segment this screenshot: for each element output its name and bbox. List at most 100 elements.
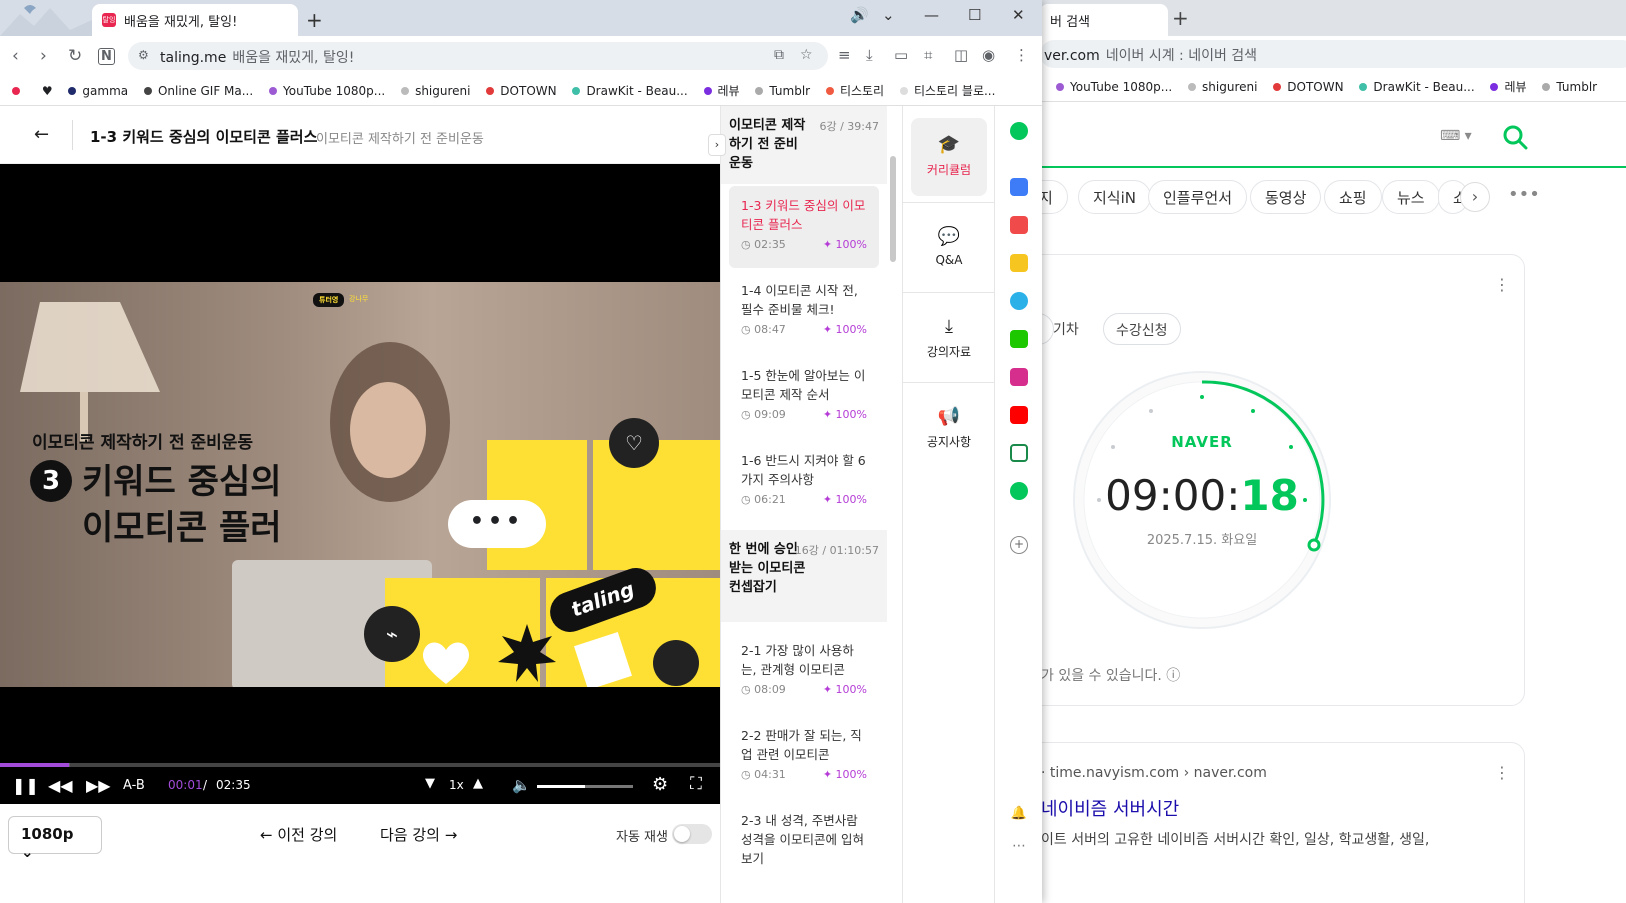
reading-list-icon[interactable]: ≡ [838,46,851,64]
download-icon[interactable]: ⤓ [866,46,873,64]
fullscreen-icon[interactable]: ⛶ [690,774,702,794]
maximize-icon[interactable]: ☐ [968,6,981,24]
more-icon[interactable]: ⋯ [1010,838,1028,856]
new-tab-button[interactable]: + [306,8,323,32]
bookmark-star-icon[interactable]: ☆ [800,47,813,63]
background-browser-window[interactable]: 버 검색 + ver.com 네이버 시계 : 네이버 검색 YouTube 10… [1020,0,1626,903]
side-panel-icon[interactable]: ◫ [954,46,968,64]
bookmark[interactable]: 티스토리 [825,82,884,99]
background-bookmark[interactable]: YouTube 1080p... [1056,80,1172,94]
background-tab[interactable]: 버 검색 [1040,4,1168,36]
chapter-header[interactable]: 한 번에 승인받는 이모티콘 컨셉잡기 16강 / 01:10:57 [721,530,887,622]
background-bookmark[interactable]: Tumblr [1542,80,1597,94]
more-icon[interactable]: ••• [1508,184,1540,205]
ab-repeat-button[interactable]: A-B [123,778,145,793]
video-player[interactable]: ♡ ⌁ ••• taling 튜터영 강나무 이모티콘 제작하기 전 준비운동 … [0,164,720,804]
search-icon[interactable] [1502,124,1528,150]
background-bookmark[interactable]: shigureni [1188,80,1257,94]
lesson-item[interactable]: 1-3 키워드 중심의 이모티콘 플러스 ◷ 02:35 ✦ 100% [729,186,879,268]
chapter-header[interactable]: 이모티콘 제작하기 전 준비운동 6강 / 39:47 [721,106,887,184]
speed-down-icon[interactable]: ▼ [425,776,435,791]
reload-icon[interactable]: ↻ [68,46,82,66]
naver-store-icon[interactable] [1010,482,1028,500]
minimize-icon[interactable]: — [924,6,939,24]
main-browser-window[interactable]: 탈잉 배움을 재밌게, 탈잉! + 🔊 ⌄ — ☐ ✕ ‹ › ↻ N ⚙ ta… [0,0,1042,903]
address-bar[interactable]: ⚙ taling.me 배움을 재밌게, 탈잉! ⧉ ☆ [128,42,828,70]
chip[interactable]: 수강신청 [1103,313,1181,345]
forward-icon[interactable]: › [40,46,47,66]
naver-tab[interactable]: 동영상 [1250,180,1322,214]
kebab-menu-icon[interactable]: ⋮ [1494,763,1510,782]
bookmark[interactable]: DOTOWN [486,84,557,98]
lesson-item[interactable]: 2-1 가장 많이 사용하는, 관계형 이모티콘 ◷ 08:09 ✦ 100% [729,631,879,713]
kebab-menu-icon[interactable]: ⋮ [1494,275,1510,294]
prev-lecture-button[interactable]: ← 이전 강의 [260,824,337,845]
screen-record-icon[interactable]: ▭ [894,46,908,64]
lesson-item[interactable]: 2-2 판매가 잘 되는, 직업 관련 이모티콘 ◷ 04:31 ✦ 100% [729,716,879,798]
rewind-icon[interactable]: ◀◀ [48,776,73,795]
background-bookmark[interactable]: DrawKit - Beau... [1359,80,1475,94]
next-lecture-button[interactable]: 다음 강의 → [380,824,457,845]
bookmark[interactable]: YouTube 1080p... [269,84,385,98]
lesson-item[interactable]: 2-3 내 성격, 주변사람 성격을 이모티콘에 입혀보기 [729,801,879,901]
tool-materials[interactable]: ⤓ 강의자료 [911,300,987,378]
bookmark[interactable]: ♥ [42,84,53,98]
install-app-icon[interactable]: ⧉ [774,47,784,63]
instagram-icon[interactable] [1010,368,1028,386]
add-icon[interactable]: + [1010,536,1028,554]
naver-green-icon[interactable] [1010,122,1028,140]
keyboard-icon[interactable]: ⌨ ▾ [1440,128,1472,144]
tool-notice[interactable]: 📢 공지사항 [911,390,987,468]
video-frame[interactable]: ♡ ⌁ ••• taling 튜터영 강나무 이모티콘 제작하기 전 준비운동 … [0,282,720,687]
bookmark[interactable] [12,86,26,95]
active-tab[interactable]: 탈잉 배움을 재밌게, 탈잉! [92,4,298,36]
pause-icon[interactable]: ❚❚ [12,776,39,795]
naver-tab[interactable]: 인플루언서 [1148,180,1248,214]
bookmark[interactable]: gamma [68,84,128,98]
site-info-icon[interactable]: ⚙ [138,48,149,62]
webtoon-icon[interactable] [1010,330,1028,348]
result-title-link[interactable]: 네이비즘 서버시간 [1041,795,1179,821]
bookmark[interactable]: 티스토리 블로... [899,82,995,99]
background-bookmark[interactable]: DOTOWN [1273,80,1344,94]
autoplay-toggle[interactable] [672,824,712,844]
naver-tab[interactable]: 뉴스 [1382,180,1440,214]
notion-icon[interactable]: N [98,48,115,65]
bell-icon[interactable]: 🔔 [1010,806,1028,824]
lesson-item[interactable]: 1-5 한눈에 알아보는 이모티콘 제작 순서 ◷ 09:09 ✦ 100% [729,356,879,438]
volume-icon[interactable]: 🔈 [512,776,531,794]
back-icon[interactable]: ‹ [12,46,19,66]
tool-qna[interactable]: 💬 Q&A [911,210,987,288]
profile-icon[interactable]: ◉ [982,46,995,64]
speed-up-icon[interactable]: ▲ [473,776,483,791]
naver-tab[interactable]: 쇼핑 [1324,180,1382,214]
settings-gear-icon[interactable]: ⚙ [652,774,668,795]
menu-icon[interactable]: ⋮ [1014,46,1029,64]
speaker-icon[interactable]: 🔊 [850,6,869,24]
lesson-item[interactable]: 1-4 이모티콘 시작 전, 필수 준비물 체크! ◷ 08:47 ✦ 100% [729,271,879,353]
quality-select[interactable]: 1080p ⌄ [8,816,102,861]
tool-curriculum[interactable]: 🎓 커리큘럼 [911,118,987,196]
bookmark[interactable]: 레뷰 [703,82,740,99]
collapse-panel-button[interactable]: › [708,134,726,156]
bookmark[interactable]: Tumblr [755,84,810,98]
pocket-icon[interactable] [1010,216,1028,234]
back-arrow-icon[interactable]: ← [34,124,49,145]
lesson-item[interactable]: 1-6 반드시 지켜야 할 6가지 주의사항 ◷ 06:21 ✦ 100% [729,441,879,523]
bookmark[interactable]: DrawKit - Beau... [572,84,688,98]
naver-tab[interactable]: 지식iN [1078,180,1151,214]
volume-slider[interactable] [537,785,633,788]
bookmark[interactable]: Online GIF Ma... [143,84,253,98]
curriculum-scrollbar[interactable] [890,156,896,262]
stock-chart-icon[interactable] [1010,444,1028,462]
background-omnibox[interactable]: ver.com 네이버 시계 : 네이버 검색 [1040,40,1626,68]
close-icon[interactable]: ✕ [1012,6,1025,24]
background-new-tab-button[interactable]: + [1172,6,1189,30]
star-icon[interactable] [1010,254,1028,272]
tab-search-icon[interactable]: ⌄ [882,6,895,24]
youtube-icon[interactable] [1010,406,1028,424]
edge-icon[interactable] [1010,292,1028,310]
bookmark[interactable]: shigureni [401,84,470,98]
calendar-icon[interactable] [1010,178,1028,196]
video-progress-bar[interactable] [0,763,720,767]
